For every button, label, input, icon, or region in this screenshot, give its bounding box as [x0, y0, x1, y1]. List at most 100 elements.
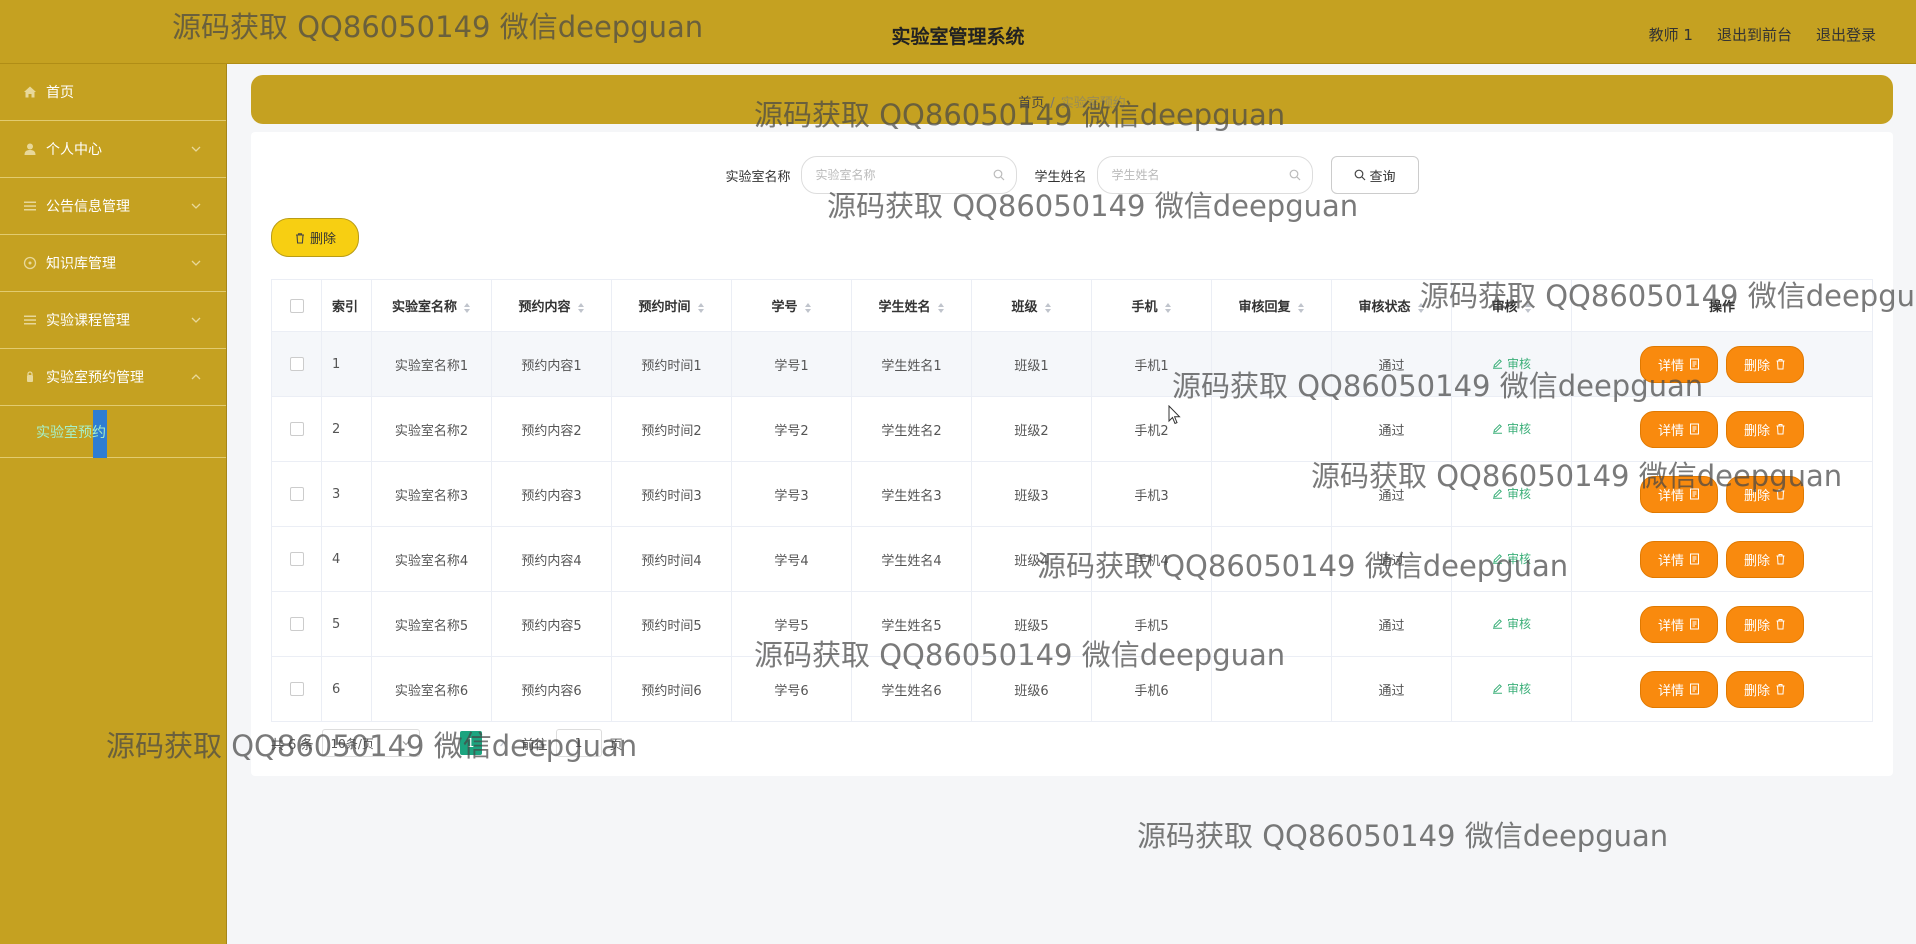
cell-actions: 详情 删除: [1571, 591, 1873, 657]
batch-delete-button[interactable]: 删除: [271, 218, 359, 257]
column-header[interactable]: 手机: [1091, 279, 1212, 332]
row-checkbox[interactable]: [289, 357, 304, 371]
cell-phone: 手机4: [1091, 526, 1212, 592]
row-select-cell[interactable]: [271, 526, 322, 592]
audit-link[interactable]: 审核: [1492, 485, 1531, 502]
delete-button-label: 删除: [1743, 488, 1770, 504]
sort-icon[interactable]: [1417, 302, 1425, 314]
lab-name-input-wrap: [800, 156, 1017, 194]
delete-button[interactable]: 删除: [1726, 605, 1804, 643]
row-checkbox[interactable]: [289, 682, 304, 696]
cell-time: 预约时间3: [611, 461, 732, 527]
delete-button[interactable]: 删除: [1726, 410, 1804, 448]
select-all-checkbox[interactable]: [289, 298, 304, 313]
goto-page-input[interactable]: [555, 729, 602, 757]
delete-button[interactable]: 删除: [1726, 670, 1804, 708]
edit-icon: [1492, 359, 1502, 369]
sort-icon[interactable]: [937, 302, 945, 314]
column-header[interactable]: 预约时间: [611, 279, 732, 332]
cell-reply: [1211, 396, 1332, 462]
detail-button[interactable]: 详情: [1640, 475, 1718, 513]
sidebar-item-home[interactable]: 首页: [0, 64, 226, 121]
audit-link[interactable]: 审核: [1492, 355, 1531, 372]
row-select-cell[interactable]: [271, 591, 322, 657]
page-number-current[interactable]: 1: [459, 731, 482, 755]
sidebar-item-knowledge-base[interactable]: 知识库管理: [0, 235, 226, 292]
edit-icon: [1492, 554, 1502, 564]
column-header[interactable]: 实验室名称: [371, 279, 492, 332]
sort-icon[interactable]: [463, 302, 471, 314]
column-header[interactable]: 预约内容: [491, 279, 612, 332]
column-header[interactable]: 审核回复: [1211, 279, 1332, 332]
student-name-input[interactable]: [1096, 156, 1313, 194]
detail-button[interactable]: 详情: [1640, 670, 1718, 708]
edit-icon: [1492, 619, 1502, 629]
detail-button[interactable]: 详情: [1640, 345, 1718, 383]
detail-button[interactable]: 详情: [1640, 605, 1718, 643]
audit-link[interactable]: 审核: [1492, 550, 1531, 567]
sort-icon[interactable]: [804, 302, 812, 314]
audit-link[interactable]: 审核: [1492, 680, 1531, 697]
select-all-cell[interactable]: [271, 279, 322, 332]
lab-name-input[interactable]: [800, 156, 1017, 194]
detail-button[interactable]: 详情: [1640, 410, 1718, 448]
trash-icon: [1776, 489, 1785, 500]
document-icon: [1690, 488, 1699, 500]
sort-icon[interactable]: [1044, 302, 1052, 314]
delete-button[interactable]: 删除: [1726, 345, 1804, 383]
exit-to-front-link[interactable]: 退出到前台: [1717, 24, 1792, 45]
sidebar-item-personal-center[interactable]: 个人中心: [0, 121, 226, 178]
column-header[interactable]: 学号: [731, 279, 852, 332]
cell-lab: 实验室名称6: [371, 656, 492, 722]
query-button[interactable]: 查询: [1330, 156, 1419, 194]
delete-button[interactable]: 删除: [1726, 540, 1804, 578]
sort-icon[interactable]: [1524, 302, 1532, 314]
detail-button[interactable]: 详情: [1640, 540, 1718, 578]
sort-icon[interactable]: [577, 302, 585, 314]
column-header[interactable]: 学生姓名: [851, 279, 972, 332]
sidebar-item-lab-reservations[interactable]: 实验室预约管理: [0, 349, 226, 406]
row-select-cell[interactable]: [271, 461, 322, 527]
row-select-cell[interactable]: [271, 656, 322, 722]
edit-icon: [1492, 424, 1502, 434]
sort-icon[interactable]: [697, 302, 705, 314]
cell-actions: 详情 删除: [1571, 526, 1873, 592]
sidebar-item-announcements[interactable]: 公告信息管理: [0, 178, 226, 235]
prev-page-button[interactable]: [428, 731, 452, 755]
detail-button-label: 详情: [1657, 488, 1684, 504]
sidebar-subitem-lab-reservation[interactable]: 实验室预约: [0, 406, 226, 458]
column-header[interactable]: 班级: [971, 279, 1092, 332]
row-checkbox[interactable]: [289, 617, 304, 631]
cell-cls: 班级4: [971, 526, 1092, 592]
row-select-cell[interactable]: [271, 331, 322, 397]
chevron-up-icon: [191, 374, 201, 380]
delete-button[interactable]: 删除: [1726, 475, 1804, 513]
row-checkbox[interactable]: [289, 552, 304, 566]
logout-link[interactable]: 退出登录: [1816, 24, 1876, 45]
sort-icon[interactable]: [1297, 302, 1305, 314]
page-size-select[interactable]: 10条/页: [321, 729, 420, 757]
row-select-cell[interactable]: [271, 396, 322, 462]
column-header[interactable]: 审核: [1451, 279, 1572, 332]
document-icon: [1690, 683, 1699, 695]
column-header[interactable]: 审核状态: [1331, 279, 1452, 332]
sort-icon[interactable]: [1164, 302, 1172, 314]
breadcrumb-home[interactable]: 首页: [1018, 96, 1044, 111]
cell-audit: 审核: [1451, 396, 1572, 462]
next-page-button[interactable]: [490, 731, 514, 755]
goto-label: 前往: [521, 737, 548, 753]
cell-reply: [1211, 526, 1332, 592]
audit-link[interactable]: 审核: [1492, 420, 1531, 437]
row-checkbox[interactable]: [289, 487, 304, 501]
sidebar-item-label: 公告信息管理: [46, 199, 130, 215]
cell-phone: 手机3: [1091, 461, 1212, 527]
cell-reply: [1211, 591, 1332, 657]
sidebar-item-lab-courses[interactable]: 实验课程管理: [0, 292, 226, 349]
cell-audit: 审核: [1451, 461, 1572, 527]
trash-icon: [1776, 424, 1785, 435]
audit-link[interactable]: 审核: [1492, 615, 1531, 632]
row-checkbox[interactable]: [289, 422, 304, 436]
current-user[interactable]: 教师 1: [1649, 24, 1693, 45]
chevron-down-icon: [191, 260, 201, 266]
mouse-cursor-icon: [1168, 405, 1181, 425]
